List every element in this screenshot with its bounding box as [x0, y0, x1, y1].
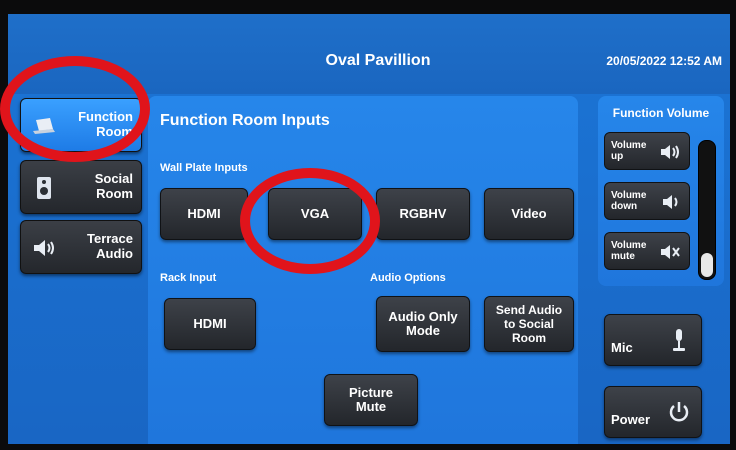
- wall-plate-inputs-label: Wall Plate Inputs: [160, 162, 248, 174]
- wall-rgbhv-button[interactable]: RGBHV: [376, 188, 470, 240]
- function-room-inputs-panel: Function Room Inputs Wall Plate Inputs H…: [148, 96, 578, 444]
- mic-button[interactable]: Mic: [604, 314, 702, 366]
- volume-down-icon: [663, 195, 678, 209]
- power-label: Power: [611, 412, 651, 427]
- speaker-icon: [37, 177, 51, 199]
- volume-down-button[interactable]: Volume down: [604, 182, 690, 220]
- volume-mute-button[interactable]: Volume mute: [604, 232, 690, 270]
- nav-social-room-label: Social Room: [94, 171, 133, 201]
- volume-down-label: Volume down: [611, 190, 647, 212]
- rack-hdmi-button[interactable]: HDMI: [164, 298, 256, 350]
- power-icon: [669, 402, 689, 422]
- speaker-volume-icon: [34, 240, 54, 256]
- wall-video-button[interactable]: Video: [484, 188, 574, 240]
- volume-up-button[interactable]: Volume up: [604, 132, 690, 170]
- send-audio-social-room-button[interactable]: Send Audio to Social Room: [484, 296, 574, 352]
- red-annotation-circle-function-room: [0, 56, 150, 162]
- audio-options-label: Audio Options: [370, 272, 446, 284]
- nav-social-room-button[interactable]: Social Room: [20, 160, 142, 214]
- datetime-display: 20/05/2022 12:52 AM: [606, 54, 722, 68]
- picture-mute-button[interactable]: Picture Mute: [324, 374, 418, 426]
- volume-title: Function Volume: [612, 106, 710, 120]
- panel-title: Function Room Inputs: [160, 112, 330, 129]
- red-annotation-circle-vga: [240, 168, 380, 274]
- audio-only-mode-button[interactable]: Audio Only Mode: [376, 296, 470, 352]
- volume-slider-track[interactable]: [698, 140, 716, 280]
- power-button[interactable]: Power: [604, 386, 702, 438]
- page-title: Oval Pavillion: [325, 52, 431, 69]
- volume-level-fill: [701, 253, 713, 277]
- volume-up-icon: [661, 145, 679, 159]
- wall-hdmi-button[interactable]: HDMI: [160, 188, 248, 240]
- mic-label: Mic: [611, 340, 633, 355]
- volume-mute-icon: [661, 245, 680, 259]
- rack-input-label: Rack Input: [160, 272, 217, 284]
- nav-terrace-audio-button[interactable]: Terrace Audio: [20, 220, 142, 274]
- volume-mute-label: Volume mute: [611, 240, 647, 262]
- nav-terrace-audio-label: Terrace Audio: [86, 231, 133, 261]
- volume-up-label: Volume up: [611, 140, 647, 162]
- microphone-icon: [673, 329, 685, 351]
- function-volume-panel: Function Volume Volume up Volume down Vo…: [598, 96, 724, 286]
